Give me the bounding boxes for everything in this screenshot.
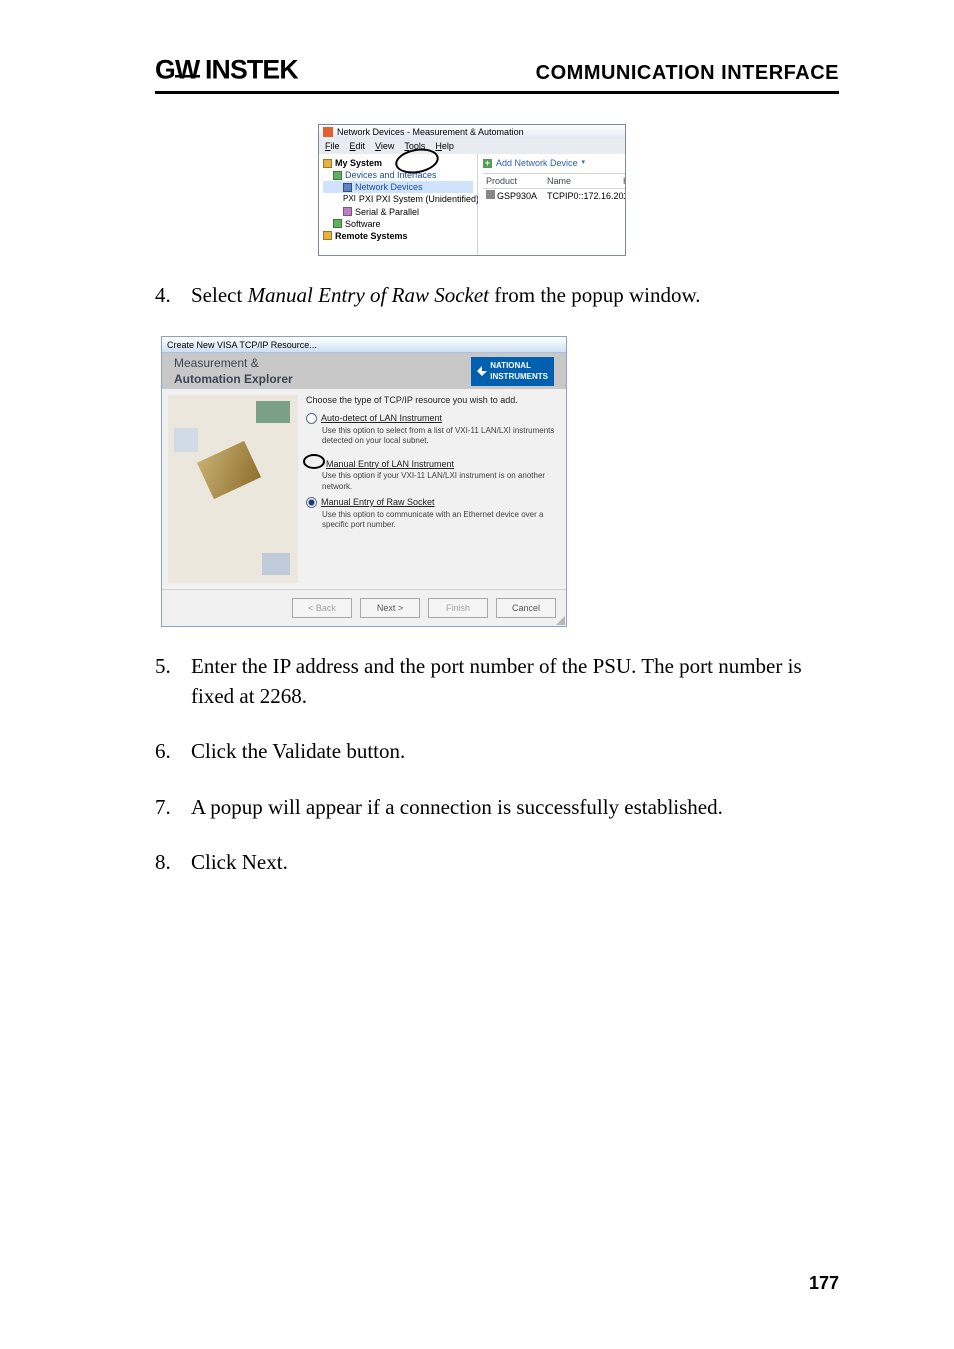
tree-item-devices[interactable]: Devices and Interfaces xyxy=(323,169,473,181)
page-header-title: COMMUNICATION INTERFACE xyxy=(536,62,839,85)
tree-item-network-devices[interactable]: Network Devices xyxy=(323,181,473,193)
device-icon xyxy=(486,190,495,199)
step-6: 6. Click the Validate button. xyxy=(155,737,839,766)
ni-logo: NATIONAL INSTRUMENTS xyxy=(471,357,554,385)
option-raw-socket[interactable]: Manual Entry of Raw Socket Use this opti… xyxy=(306,497,558,530)
option-manual-lan[interactable]: Manual Entry of LAN Instrument Use this … xyxy=(306,452,558,492)
next-button[interactable]: Next > xyxy=(360,598,420,618)
step-4: 4. Select Manual Entry of Raw Socket fro… xyxy=(155,281,839,310)
tree-item-pxi[interactable]: PXIPXI PXI System (Unidentified) xyxy=(323,193,473,205)
options-heading: Choose the type of TCP/IP resource you w… xyxy=(306,395,558,407)
table-header: Product Name Hos xyxy=(483,173,626,190)
gwinstek-logo-icon: G W INSTEK xyxy=(155,55,347,85)
back-button[interactable]: < Back xyxy=(292,598,352,618)
tree-item-serial[interactable]: Serial & Parallel xyxy=(323,206,473,218)
ni-eagle-icon xyxy=(477,366,487,376)
col-host: Hos xyxy=(620,174,626,189)
col-product: Product xyxy=(483,174,544,189)
tree-item-my-system[interactable]: My System xyxy=(323,157,473,169)
menu-bar[interactable]: File Edit View Tools Help xyxy=(319,139,625,154)
tree-panel: My System Devices and Interfaces Network… xyxy=(319,154,478,255)
menu-help[interactable]: Help xyxy=(435,140,454,153)
chevron-down-icon: ▾ xyxy=(582,158,586,168)
table-row[interactable]: GSP930A TCPIP0::172.16.20... 172 xyxy=(483,189,626,204)
add-network-device-button[interactable]: + Add Network Device ▾ xyxy=(483,157,626,170)
svg-text:G: G xyxy=(155,55,175,84)
tree-item-software[interactable]: Software xyxy=(323,218,473,230)
options-panel: Choose the type of TCP/IP resource you w… xyxy=(304,389,566,589)
window-titlebar: Network Devices - Measurement & Automati… xyxy=(319,125,625,139)
col-name: Name xyxy=(544,174,620,189)
menu-view[interactable]: View xyxy=(375,140,394,153)
page-number: 177 xyxy=(809,1273,839,1294)
svg-text:W: W xyxy=(175,55,201,84)
wizard-image xyxy=(168,395,298,583)
menu-file[interactable]: File xyxy=(325,140,340,153)
option-autodetect[interactable]: Auto-detect of LAN Instrument Use this o… xyxy=(306,413,558,446)
device-panel: + Add Network Device ▾ Product Name Hos … xyxy=(478,154,626,255)
app-icon xyxy=(323,127,333,137)
banner: Measurement & Automation Explorer NATION… xyxy=(162,353,566,389)
screenshot-create-resource: Create New VISA TCP/IP Resource... Measu… xyxy=(161,336,567,627)
step-8: 8. Click Next. xyxy=(155,848,839,877)
content: Network Devices - Measurement & Automati… xyxy=(155,124,839,877)
svg-text:INSTEK: INSTEK xyxy=(205,55,298,84)
window-titlebar: Create New VISA TCP/IP Resource... xyxy=(162,337,566,353)
step-5: 5. Enter the IP address and the port num… xyxy=(155,652,839,711)
finish-button[interactable]: Finish xyxy=(428,598,488,618)
step-7: 7. A popup will appear if a connection i… xyxy=(155,793,839,822)
highlight-circle-icon xyxy=(303,454,325,469)
radio-selected-icon xyxy=(306,497,317,508)
brand-logo: G W INSTEK xyxy=(155,55,347,85)
banner-title: Measurement & Automation Explorer xyxy=(174,355,293,389)
resize-grip-icon xyxy=(556,616,565,625)
page-header: G W INSTEK COMMUNICATION INTERFACE xyxy=(155,55,839,94)
radio-icon xyxy=(306,413,317,424)
menu-tools[interactable]: Tools xyxy=(404,140,425,153)
plus-icon: + xyxy=(483,159,492,168)
cancel-button[interactable]: Cancel xyxy=(496,598,556,618)
screenshot-network-devices: Network Devices - Measurement & Automati… xyxy=(318,124,626,256)
window-title: Network Devices - Measurement & Automati… xyxy=(337,126,524,139)
wizard-buttons: < Back Next > Finish Cancel xyxy=(162,589,566,626)
menu-edit[interactable]: Edit xyxy=(350,140,366,153)
tree-item-remote[interactable]: Remote Systems xyxy=(323,230,473,242)
